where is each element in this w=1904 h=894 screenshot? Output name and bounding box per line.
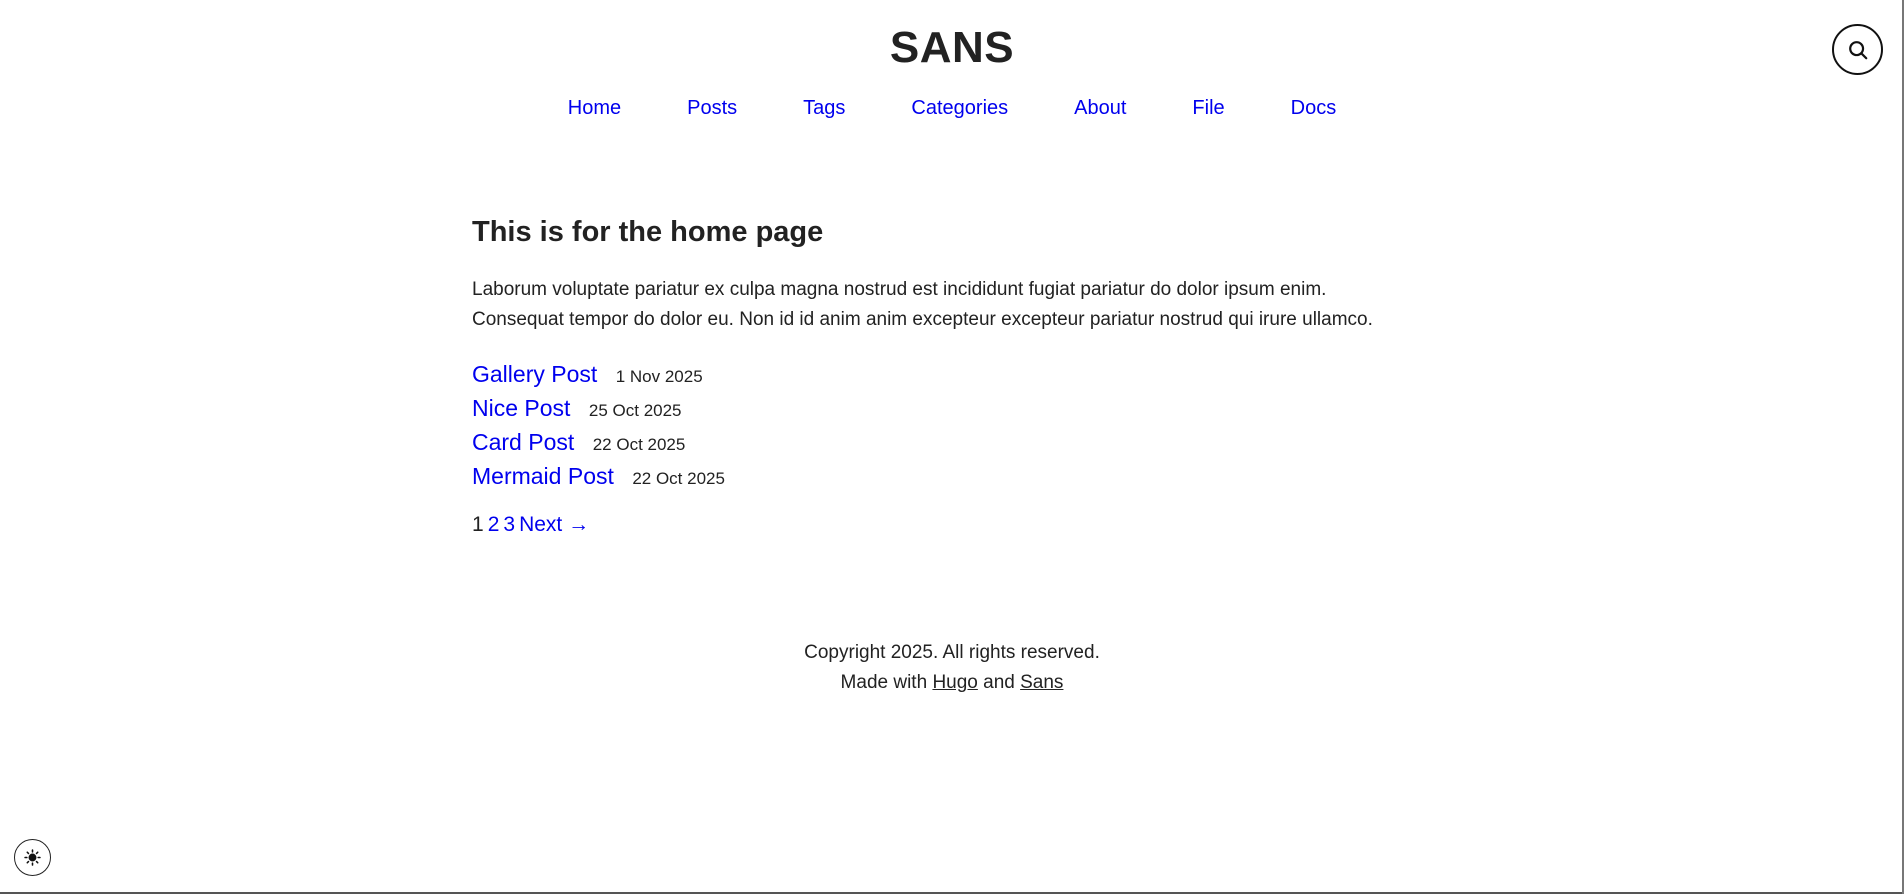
footer-hugo-link[interactable]: Hugo — [932, 672, 977, 693]
post-list-item: Gallery Post 1 Nov 2025 — [472, 357, 1432, 391]
pagination-current-page: 1 — [472, 513, 484, 536]
nav-item-posts[interactable]: Posts — [687, 96, 737, 120]
theme-toggle-button[interactable] — [14, 839, 51, 876]
post-list: Gallery Post 1 Nov 2025 Nice Post 25 Oct… — [472, 357, 1432, 493]
nav-item-docs[interactable]: Docs — [1291, 96, 1337, 120]
site-header: SANS Home Posts Tags Categories About Fi… — [0, 0, 1904, 120]
site-footer: Copyright 2025. All rights reserved. Mad… — [0, 638, 1904, 698]
main-nav: Home Posts Tags Categories About File Do… — [0, 96, 1904, 120]
post-list-item: Mermaid Post 22 Oct 2025 — [472, 459, 1432, 493]
footer-credits: Made with Hugo and Sans — [0, 668, 1904, 698]
sun-icon — [24, 849, 41, 866]
footer-sans-link[interactable]: Sans — [1020, 672, 1063, 693]
post-link-mermaid[interactable]: Mermaid Post — [472, 463, 614, 489]
post-link-nice[interactable]: Nice Post — [472, 395, 570, 421]
main-content: This is for the home page Laborum volupt… — [472, 120, 1432, 538]
site-title: SANS — [889, 23, 1015, 72]
footer-made-with: Made with — [840, 672, 928, 693]
post-date: 1 Nov 2025 — [615, 367, 703, 386]
nav-item-categories[interactable]: Categories — [911, 96, 1008, 120]
post-list-item: Nice Post 25 Oct 2025 — [472, 391, 1432, 425]
post-link-card[interactable]: Card Post — [472, 429, 574, 455]
footer-and: and — [983, 672, 1015, 693]
post-link-gallery[interactable]: Gallery Post — [472, 361, 597, 387]
search-button[interactable] — [1832, 24, 1883, 75]
post-date: 22 Oct 2025 — [592, 435, 686, 454]
intro-line-1: Laborum voluptate pariatur ex culpa magn… — [472, 279, 1327, 300]
nav-item-about[interactable]: About — [1074, 96, 1126, 120]
footer-copyright: Copyright 2025. All rights reserved. — [804, 642, 1100, 663]
nav-item-file[interactable]: File — [1192, 96, 1224, 120]
nav-item-tags[interactable]: Tags — [803, 96, 845, 120]
search-icon — [1848, 40, 1867, 59]
page-heading: This is for the home page — [472, 216, 824, 248]
pagination-page-3[interactable]: 3 — [503, 513, 515, 536]
pagination-page-2[interactable]: 2 — [488, 513, 500, 536]
intro-paragraph: Laborum voluptate pariatur ex culpa magn… — [472, 275, 1432, 335]
pagination-next[interactable]: Next → — [519, 513, 589, 536]
intro-line-2: Consequat tempor do dolor eu. Non id id … — [472, 309, 1373, 330]
pagination: 1 2 3 Next → — [472, 512, 1432, 538]
post-date: 22 Oct 2025 — [632, 469, 725, 488]
post-list-item: Card Post 22 Oct 2025 — [472, 425, 1432, 459]
post-date: 25 Oct 2025 — [588, 401, 682, 420]
nav-item-home[interactable]: Home — [568, 96, 621, 120]
